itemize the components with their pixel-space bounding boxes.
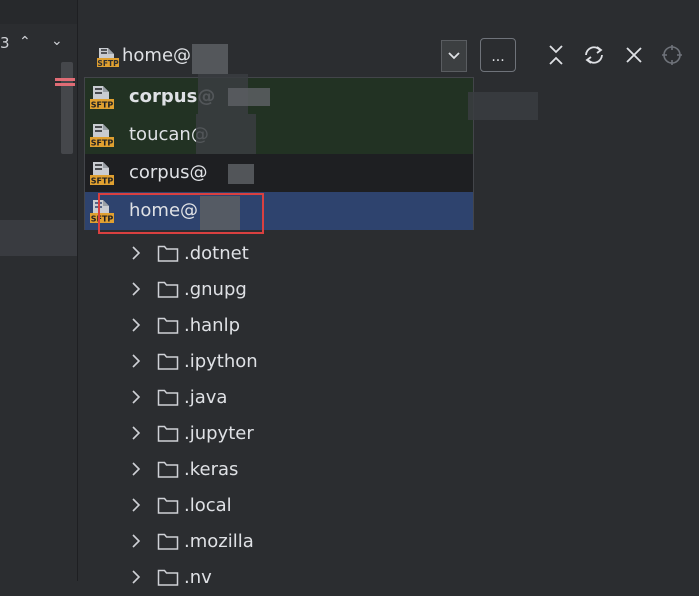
chevron-right-icon[interactable]: [130, 280, 142, 298]
svg-text:SFTP: SFTP: [91, 101, 114, 110]
refresh-icon: [585, 46, 603, 64]
tree-item[interactable]: .mozilla: [78, 524, 699, 560]
redaction-mosaic: [228, 164, 254, 184]
tree-item-label: .dotnet: [184, 243, 249, 264]
tree-item-label: .jupyter: [184, 423, 254, 444]
redaction-mosaic: [468, 92, 538, 120]
svg-text:SFTP: SFTP: [91, 177, 114, 186]
tree-item-label: .keras: [184, 459, 239, 480]
folder-icon: [157, 317, 179, 334]
tree-item[interactable]: .nv: [78, 560, 699, 596]
panel-title: ─ ───: [110, 0, 145, 4]
chevron-right-icon[interactable]: [130, 244, 142, 262]
dropdown-item-corpus-2[interactable]: SFTP corpus@: [85, 154, 473, 192]
sftp-icon: SFTP: [96, 46, 120, 72]
refresh-button[interactable]: [582, 42, 606, 68]
chevron-right-icon[interactable]: [130, 460, 142, 478]
chevron-right-icon[interactable]: [130, 352, 142, 370]
chevron-right-icon[interactable]: [130, 316, 142, 334]
dropdown-item-toucan[interactable]: SFTP toucan@: [85, 116, 473, 154]
folder-icon: [157, 245, 179, 262]
tree-item[interactable]: .keras: [78, 452, 699, 488]
sftp-icon: SFTP: [89, 160, 115, 190]
close-button[interactable]: [622, 42, 646, 68]
connection-dropdown-button[interactable]: [441, 40, 467, 72]
tree-item-label: .nv: [184, 567, 212, 588]
tree-item-label: .hanlp: [184, 315, 240, 336]
collapse-icon: [549, 45, 563, 65]
svg-text:SFTP: SFTP: [97, 59, 119, 68]
folder-icon: [157, 533, 179, 550]
target-icon: [662, 45, 682, 65]
redaction-mosaic: [196, 114, 256, 154]
chevron-right-icon[interactable]: [130, 496, 142, 514]
redaction-mosaic: [228, 88, 270, 106]
tree-item-label: .local: [184, 495, 232, 516]
tree-item[interactable]: .java: [78, 380, 699, 416]
sftp-icon: SFTP: [89, 122, 115, 152]
chevron-right-icon[interactable]: [130, 424, 142, 442]
chevron-right-icon[interactable]: [130, 532, 142, 550]
left-panel-header: [0, 0, 77, 24]
folder-icon: [157, 389, 179, 406]
tree-item-label: .ipython: [184, 351, 258, 372]
tree-item-label: .mozilla: [184, 531, 254, 552]
folder-icon: [157, 353, 179, 370]
tree-item-label: .gnupg: [184, 279, 247, 300]
redaction-mosaic: [192, 44, 228, 74]
scrollbar[interactable]: [61, 62, 73, 154]
folder-icon: [157, 425, 179, 442]
tree-item[interactable]: .local: [78, 488, 699, 524]
sftp-icon: SFTP: [89, 84, 115, 114]
folder-icon: [157, 461, 179, 478]
more-button[interactable]: ...: [480, 38, 516, 72]
left-panel-label: 3: [0, 34, 10, 52]
left-panel: 3 ⌃ ⌄: [0, 0, 78, 581]
remote-host-panel: ─ ─── SFTP home@ ...: [78, 0, 699, 588]
chevron-right-icon[interactable]: [130, 388, 142, 406]
chevron-right-icon[interactable]: [130, 568, 142, 586]
tree-item-label: .java: [184, 387, 228, 408]
connection-select-value[interactable]: home@: [122, 45, 191, 66]
svg-text:SFTP: SFTP: [91, 139, 114, 148]
selection-highlight: [98, 193, 264, 234]
locate-button[interactable]: [660, 42, 684, 68]
tree-item[interactable]: .hanlp: [78, 308, 699, 344]
tree-item[interactable]: .dotnet: [78, 236, 699, 272]
dropdown-item-corpus-1[interactable]: SFTP corpus@: [85, 78, 473, 116]
selected-row[interactable]: [0, 220, 77, 256]
error-marker: [55, 78, 75, 81]
collapse-button[interactable]: [544, 42, 568, 68]
chevron-down-icon[interactable]: ⌄: [51, 33, 63, 49]
close-icon: [626, 47, 642, 63]
tree-item[interactable]: .gnupg: [78, 272, 699, 308]
dropdown-item-label: corpus@: [129, 162, 208, 183]
chevron-down-icon: [448, 52, 460, 60]
folder-icon: [157, 569, 179, 586]
chevron-up-icon[interactable]: ⌃: [19, 34, 31, 50]
tree-item[interactable]: .jupyter: [78, 416, 699, 452]
folder-icon: [157, 281, 179, 298]
folder-icon: [157, 497, 179, 514]
panel-title-bar: ─ ───: [78, 0, 699, 8]
tree-item[interactable]: .ipython: [78, 344, 699, 380]
